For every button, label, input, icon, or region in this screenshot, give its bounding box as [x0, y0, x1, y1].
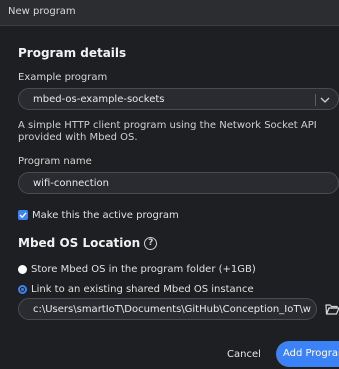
cancel-button[interactable]: Cancel: [222, 345, 266, 365]
active-program-option[interactable]: Make this the active program: [18, 208, 179, 222]
folder-open-icon[interactable]: [325, 303, 339, 315]
mbed-os-path-value: c:\Users\smartIoT\Documents\GitHub\Conce…: [33, 304, 311, 315]
example-program-description: A simple HTTP client program using the N…: [18, 120, 317, 143]
help-icon[interactable]: ?: [144, 237, 158, 250]
link-shared-option[interactable]: Link to an existing shared Mbed OS insta…: [18, 282, 254, 296]
mbed-os-location-title: Mbed OS Location: [18, 236, 141, 250]
active-program-checkbox[interactable]: [18, 210, 28, 220]
link-shared-radio[interactable]: [18, 284, 27, 294]
checkmark-icon: [19, 212, 27, 219]
link-shared-label: Link to an existing shared Mbed OS insta…: [31, 283, 254, 295]
store-in-program-option[interactable]: Store Mbed OS in the program folder (+1G…: [18, 262, 256, 276]
dialog-titlebar: New program: [0, 0, 339, 26]
active-program-label: Make this the active program: [32, 209, 179, 221]
mbed-os-path-input[interactable]: c:\Users\smartIoT\Documents\GitHub\Conce…: [18, 298, 317, 320]
mbed-os-location-heading: Mbed OS Location?: [18, 236, 158, 250]
select-divider: [315, 94, 316, 106]
store-in-program-label: Store Mbed OS in the program folder (+1G…: [31, 263, 256, 275]
program-name-value: wifi-connection: [33, 178, 109, 189]
example-program-select[interactable]: mbed-os-example-sockets: [18, 88, 339, 110]
program-details-heading: Program details: [18, 46, 127, 60]
chevron-down-icon[interactable]: [319, 94, 331, 106]
store-in-program-radio[interactable]: [18, 264, 27, 274]
example-program-label: Example program: [18, 72, 108, 83]
program-name-input[interactable]: wifi-connection: [18, 172, 339, 194]
example-program-value: mbed-os-example-sockets: [33, 94, 165, 105]
program-name-label: Program name: [18, 156, 92, 167]
add-program-button[interactable]: Add Program: [276, 341, 339, 367]
dialog-title: New program: [8, 6, 76, 17]
